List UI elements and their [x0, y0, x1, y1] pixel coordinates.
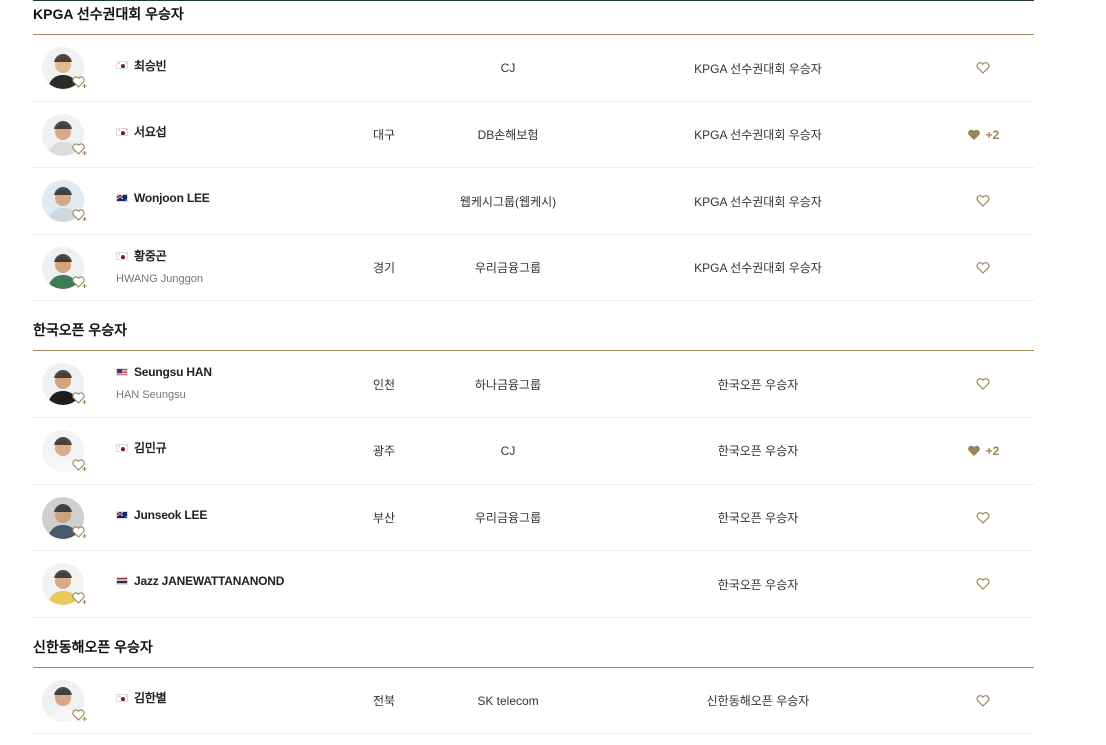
player-region: 경기 [372, 261, 396, 276]
player-english-name: HWANG Junggon [116, 272, 204, 285]
player-name-line: 김한별 [116, 691, 167, 705]
player-sponsor: CJ [500, 443, 516, 458]
like-button[interactable]: +2 [948, 418, 1018, 484]
like-button[interactable] [948, 35, 1018, 101]
player-award: 한국오픈 우승자 [717, 444, 799, 459]
player-sponsor: 하나금융그룹 [474, 377, 542, 392]
like-button[interactable] [948, 551, 1018, 617]
player-row[interactable]: Jazz JANEWATTANANOND 한국오픈 우승자 [33, 551, 1034, 618]
player-name-line: 서요섭 [116, 125, 167, 139]
player-name[interactable]: 서요섭 [134, 123, 167, 140]
player-name[interactable]: Jazz JANEWATTANANOND [134, 574, 284, 588]
player-award: 한국오픈 우승자 [717, 377, 799, 392]
heart-outline-icon [976, 694, 990, 707]
country-flag-icon [116, 61, 128, 69]
country-flag-icon [116, 693, 128, 702]
like-button[interactable] [948, 168, 1018, 234]
player-region: 부산 [372, 511, 396, 526]
player-region [350, 35, 418, 101]
player-name[interactable]: 김민규 [134, 439, 167, 456]
add-favorite-icon[interactable] [72, 708, 88, 722]
player-row[interactable]: 김한별 전북 SK telecom 신한동해오픈 우승자 [33, 668, 1034, 735]
player-award: KPGA 선수권대회 우승자 [694, 194, 822, 209]
heart-filled-icon [967, 445, 981, 457]
country-flag-icon [116, 577, 128, 586]
player-sponsor: 우리금융그룹 [474, 511, 542, 526]
heart-outline-icon [976, 578, 990, 590]
player-award: 신한동해오픈 우승자 [706, 694, 810, 709]
country-flag-icon [116, 443, 128, 452]
player-award: 한국오픈 우승자 [717, 511, 799, 526]
country-flag-icon [116, 368, 128, 377]
player-name[interactable]: Wonjoon LEE [134, 191, 210, 205]
player-row[interactable]: 김민규 광주 CJ 한국오픈 우승자 +2 [33, 418, 1034, 485]
heart-outline-icon [976, 261, 990, 274]
player-name[interactable]: 황중곤 [134, 247, 167, 264]
player-region [350, 551, 418, 617]
add-favorite-icon[interactable] [72, 142, 88, 156]
heart-outline-icon [976, 62, 990, 74]
player-name[interactable]: 김한별 [134, 689, 167, 706]
player-row[interactable]: 황중곤 HWANG Junggon 경기 우리금융그룹 KPGA 선수권대회 우승자 [33, 235, 1034, 302]
player-name-line: 최승빈 [116, 57, 167, 74]
player-region [350, 168, 418, 234]
player-sponsor: SK telecom [477, 693, 539, 708]
player-row[interactable]: 서요섭 대구 DB손해보험 KPGA 선수권대회 우승자 +2 [33, 102, 1034, 169]
player-name-line: Jazz JANEWATTANANOND [116, 574, 284, 588]
like-button[interactable]: +2 [948, 102, 1018, 168]
player-row[interactable]: Junseok LEE 부산 우리금융그룹 한국오픈 우승자 [33, 485, 1034, 552]
heart-outline-icon [976, 195, 990, 207]
add-favorite-icon[interactable] [72, 591, 88, 605]
like-count: +2 [985, 443, 1000, 458]
country-flag-icon [116, 251, 128, 260]
add-favorite-icon[interactable] [72, 525, 88, 539]
player-award: KPGA 선수권대회 우승자 [694, 128, 822, 143]
player-name[interactable]: 최승빈 [134, 57, 167, 74]
add-favorite-icon[interactable] [72, 275, 88, 289]
like-button[interactable] [948, 485, 1018, 551]
player-name-line: 황중곤 [116, 249, 167, 263]
heart-outline-icon [976, 378, 990, 390]
like-button[interactable] [948, 351, 1018, 417]
player-award: KPGA 선수권대회 우승자 [694, 61, 822, 76]
player-name-line: 김민규 [116, 441, 167, 455]
player-award: KPGA 선수권대회 우승자 [694, 261, 822, 276]
player-sponsor: CJ [500, 61, 516, 75]
country-flag-icon [116, 194, 128, 203]
player-row[interactable]: 최승빈 CJ KPGA 선수권대회 우승자 [33, 35, 1034, 102]
player-region: 전북 [372, 694, 396, 709]
player-region: 인천 [372, 377, 396, 392]
like-count: +2 [985, 127, 1000, 142]
section-title: KPGA 선수권대회 우승자 [33, 0, 1034, 35]
country-flag-icon [116, 127, 128, 136]
player-sponsor [428, 551, 588, 617]
player-region: 대구 [372, 128, 396, 143]
player-region: 광주 [372, 444, 396, 459]
add-favorite-icon[interactable] [72, 458, 88, 472]
player-award: 한국오픈 우승자 [717, 577, 799, 592]
winner-list: KPGA 선수권대회 우승자 최승빈 CJ KPGA 선수권대회 우승자 서요섭 대구 DB… [33, 0, 1034, 735]
player-name-line: Junseok LEE [116, 508, 207, 522]
player-row[interactable]: Seungsu HAN HAN Seungsu 인천 하나금융그룹 한국오픈 우승자 [33, 351, 1034, 418]
player-name-line: Seungsu HAN [116, 365, 212, 379]
player-name[interactable]: Junseok LEE [134, 508, 207, 522]
player-name[interactable]: Seungsu HAN [134, 365, 212, 379]
like-button[interactable] [948, 668, 1018, 734]
country-flag-icon [116, 510, 128, 519]
player-english-name: HAN Seungsu [116, 389, 186, 402]
add-favorite-icon[interactable] [72, 75, 88, 89]
heart-filled-icon [967, 129, 981, 141]
player-row[interactable]: Wonjoon LEE 웹케시그룹(웹케시) KPGA 선수권대회 우승자 [33, 168, 1034, 235]
add-favorite-icon[interactable] [72, 391, 88, 405]
section-title: 한국오픈 우승자 [33, 301, 1034, 352]
player-sponsor: DB손해보험 [477, 128, 539, 143]
player-sponsor: 웹케시그룹(웹케시) [459, 194, 557, 209]
player-sponsor: 우리금융그룹 [474, 261, 542, 276]
heart-outline-icon [976, 511, 990, 524]
section-title: 신한동해오픈 우승자 [33, 618, 1034, 668]
like-button[interactable] [948, 235, 1018, 301]
add-favorite-icon[interactable] [72, 208, 88, 222]
player-name-line: Wonjoon LEE [116, 191, 210, 205]
